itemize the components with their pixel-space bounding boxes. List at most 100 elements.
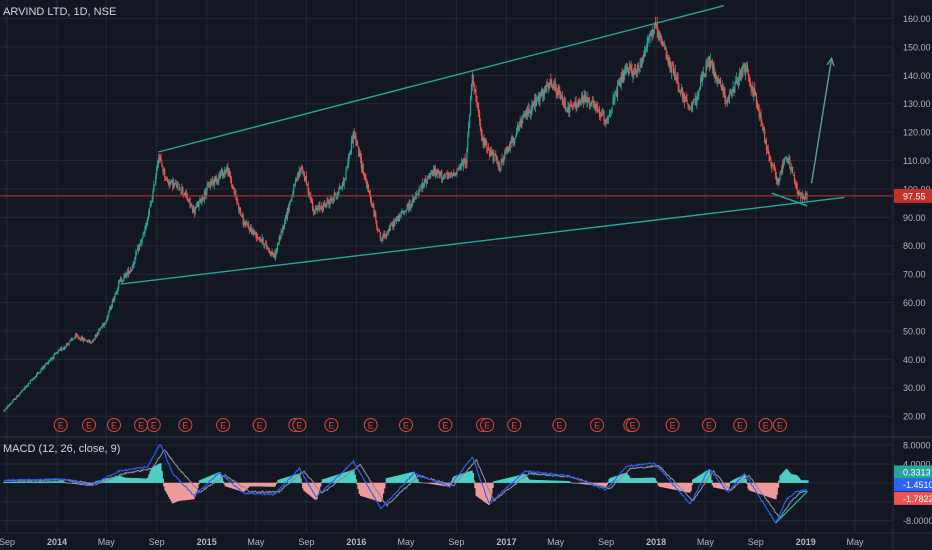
time-axis-tick: May	[547, 537, 565, 547]
candle-up	[470, 83, 473, 98]
candle-up	[136, 252, 138, 254]
candle-up	[68, 342, 70, 345]
candle-down	[479, 123, 482, 131]
candle-up	[325, 204, 327, 208]
candle-down	[793, 175, 795, 183]
macd-axis-tick: 8.0000	[903, 441, 931, 451]
histogram-bar-positive	[354, 479, 358, 483]
candle-down	[637, 64, 639, 69]
candle-down	[161, 162, 163, 167]
candle-down	[201, 197, 204, 199]
candle-up	[91, 340, 94, 343]
candle-up	[394, 220, 396, 227]
candle-up	[742, 65, 744, 75]
candle-down	[478, 111, 481, 122]
price-axis-tick: 130.00	[903, 99, 931, 109]
time-axis-tick: Sep	[598, 537, 614, 547]
candle-up	[70, 339, 72, 341]
candle-up	[469, 114, 471, 125]
candle-up	[454, 174, 456, 177]
candle-up	[614, 95, 616, 101]
earnings-marker-label: E	[511, 421, 517, 431]
time-axis-tick: Sep	[298, 537, 314, 547]
candle-down	[189, 198, 191, 206]
candle-up	[198, 200, 200, 208]
candle-down	[746, 64, 749, 72]
histogram-bar-positive	[299, 478, 302, 483]
candle-down	[762, 123, 764, 131]
candle-up	[176, 184, 178, 188]
candle-down	[79, 338, 81, 340]
candle-down	[564, 99, 566, 110]
candle-down	[258, 237, 261, 240]
candle-up	[698, 91, 700, 95]
candle-up	[499, 167, 501, 169]
candle-up	[357, 145, 359, 147]
candle-down	[248, 224, 250, 228]
candle-up	[29, 380, 31, 383]
time-axis-tick: 2017	[496, 537, 516, 547]
candle-down	[97, 333, 99, 335]
candle-down	[626, 67, 629, 70]
candle-up	[205, 192, 207, 196]
candle-down	[164, 169, 166, 178]
candle-up	[99, 329, 101, 330]
candle-down	[166, 179, 169, 181]
price-axis-tick: 150.00	[903, 42, 931, 52]
candle-up	[514, 139, 516, 143]
histogram-bar-negative	[384, 482, 387, 484]
candle-up	[518, 121, 520, 131]
candle-up	[548, 82, 550, 89]
candle-up	[245, 224, 247, 227]
candle-down	[457, 167, 459, 169]
candle-up	[213, 177, 215, 185]
candle-up	[28, 382, 30, 384]
time-axis-tick: Sep	[448, 537, 464, 547]
candle-up	[151, 200, 153, 202]
earnings-marker-label: E	[763, 421, 769, 431]
time-axis-tick: 2019	[796, 537, 816, 547]
candle-up	[44, 364, 46, 368]
candle-up	[338, 189, 340, 194]
candle-down	[600, 115, 602, 117]
histogram-bar-positive	[570, 482, 573, 483]
candle-down	[631, 68, 633, 77]
candle-up	[11, 401, 13, 403]
time-axis-tick: Sep	[0, 537, 15, 547]
candle-up	[105, 321, 107, 324]
candle-up	[423, 180, 426, 186]
candle-up	[345, 167, 347, 180]
candle-up	[412, 198, 414, 203]
candle-down	[379, 231, 381, 239]
candle-up	[469, 96, 472, 116]
chart-canvas[interactable]: EEEEEEEEEEEEEEEEEEEEEEEEEE 160.00150.001…	[0, 0, 932, 550]
candle-up	[36, 374, 38, 377]
time-axis-tick: May	[247, 537, 265, 547]
earnings-marker-label: E	[484, 421, 490, 431]
candle-up	[53, 354, 55, 359]
price-axis-tick: 160.00	[903, 14, 931, 24]
candle-up	[93, 338, 95, 340]
candle-down	[375, 212, 377, 221]
candle-down	[768, 152, 770, 161]
candle-up	[267, 248, 270, 250]
candle-up	[276, 244, 279, 251]
candle-up	[779, 172, 781, 180]
candle-up	[786, 157, 788, 159]
candle-down	[160, 158, 162, 162]
candle-down	[719, 77, 722, 85]
time-axis-tick: 2018	[646, 537, 666, 547]
histogram-bar-positive	[64, 482, 67, 483]
earnings-marker-label: E	[220, 421, 226, 431]
histogram-bar-positive	[161, 478, 165, 483]
candle-down	[796, 183, 798, 191]
histogram-bar-positive	[222, 481, 225, 483]
candle-up	[411, 202, 413, 207]
earnings-marker-label: E	[58, 421, 64, 431]
histogram-bar-negative	[274, 482, 278, 484]
histogram-bar-positive	[744, 479, 748, 483]
candle-up	[48, 360, 50, 362]
candle-up	[201, 198, 203, 204]
candle-up	[118, 281, 120, 288]
candle-up	[405, 210, 408, 211]
